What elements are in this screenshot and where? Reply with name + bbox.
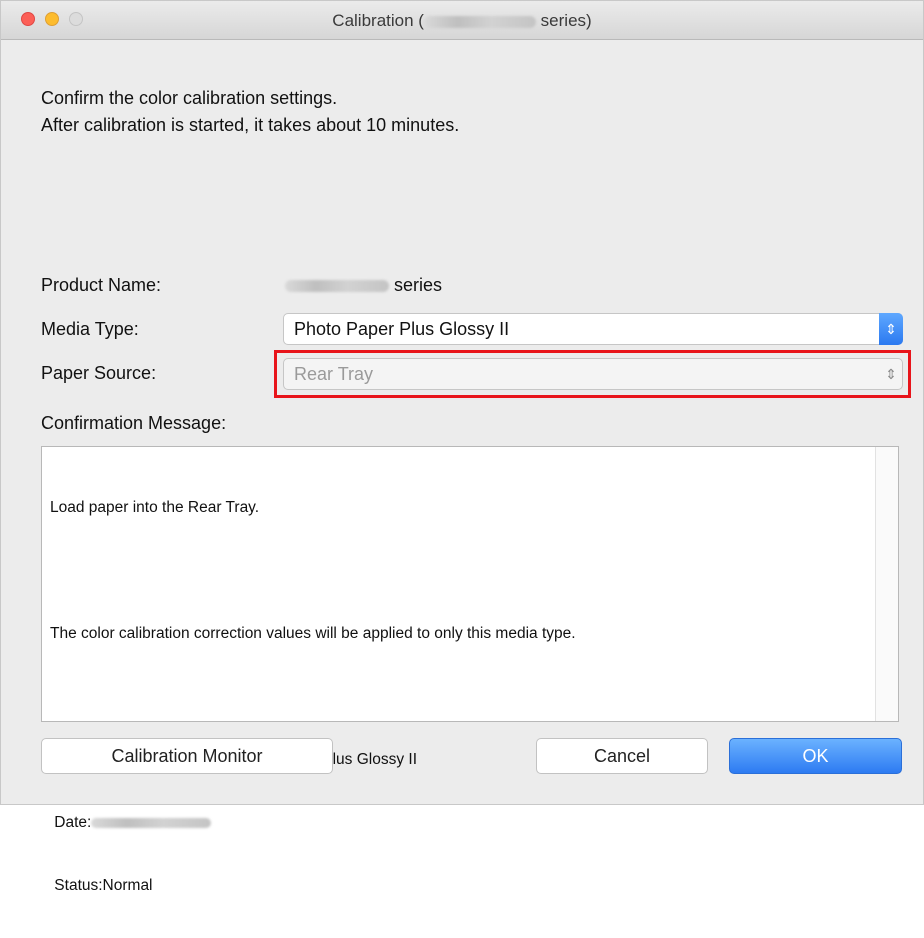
- message-date-line: Date:: [50, 812, 870, 833]
- media-type-label: Media Type:: [41, 319, 139, 339]
- calibration-dialog: Calibration ( series) Confirm the color …: [0, 0, 924, 894]
- product-name-value: series: [285, 275, 442, 296]
- window-title: Calibration ( series): [1, 11, 923, 31]
- title-bar: Calibration ( series): [1, 1, 923, 40]
- media-type-value: Photo Paper Plus Glossy II: [294, 319, 510, 339]
- paper-source-highlight: [274, 350, 911, 398]
- window-title-suffix: series): [535, 11, 592, 30]
- confirmation-message-label: Confirmation Message:: [41, 413, 227, 433]
- message-scrollbar[interactable]: [875, 447, 898, 721]
- message-line-2: The color calibration correction values …: [50, 625, 576, 642]
- intro-line-1: Confirm the color calibration settings.: [41, 88, 338, 108]
- confirmation-message-box[interactable]: Load paper into the Rear Tray. The color…: [41, 446, 899, 894]
- redacted-product-model: [285, 280, 389, 293]
- date-label: Date:: [50, 814, 92, 831]
- cancel-button[interactable]: Cancel: [536, 738, 708, 774]
- intro-text: Confirm the color calibration settings. …: [41, 85, 459, 139]
- window-title-prefix: Calibration (: [332, 11, 424, 30]
- product-name-suffix: series: [394, 275, 443, 295]
- message-line-1: Load paper into the Rear Tray.: [50, 499, 260, 516]
- ok-button[interactable]: OK: [729, 738, 902, 774]
- redacted-model-name: [423, 15, 536, 28]
- updown-chevron-icon[interactable]: ⇕: [879, 313, 903, 345]
- message-status-line: Status:Normal: [50, 877, 153, 894]
- media-type-select[interactable]: Photo Paper Plus Glossy II ⇕: [283, 313, 903, 345]
- paper-source-label: Paper Source:: [41, 363, 157, 383]
- confirmation-message-text: Load paper into the Rear Tray. The color…: [50, 455, 870, 938]
- redacted-date: [91, 817, 212, 828]
- calibration-monitor-button[interactable]: Calibration Monitor: [41, 738, 333, 774]
- intro-line-2: After calibration is started, it takes a…: [41, 115, 460, 135]
- product-name-label: Product Name:: [41, 275, 162, 295]
